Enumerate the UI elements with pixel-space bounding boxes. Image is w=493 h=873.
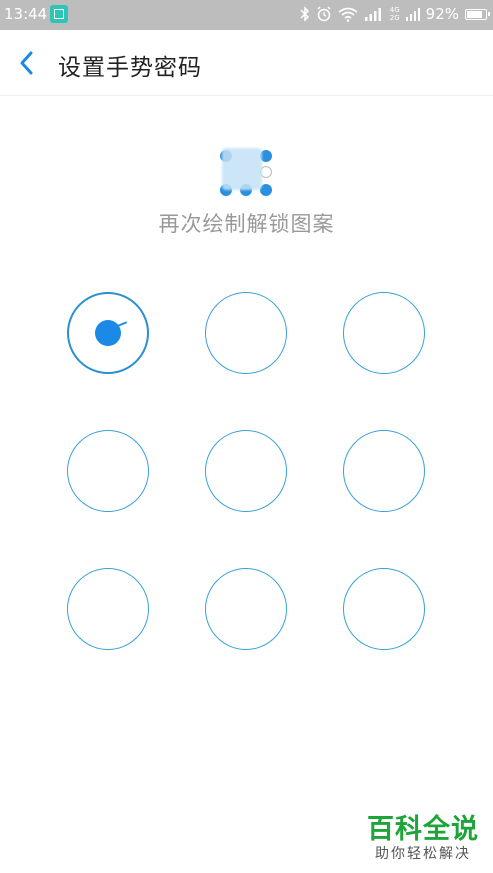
- pattern-node-3-1[interactable]: [67, 568, 149, 650]
- pattern-node-3-2[interactable]: [205, 568, 287, 650]
- signal-icon: [364, 7, 381, 21]
- scan-app-icon: [50, 5, 68, 23]
- pattern-node-2-1[interactable]: [67, 430, 149, 512]
- watermark-title: 百科全说: [367, 814, 479, 845]
- battery-percent: 92%: [425, 5, 459, 23]
- battery-fill: [467, 10, 482, 18]
- page-title: 设置手势密码: [58, 55, 202, 81]
- pattern-node-1-3[interactable]: [343, 292, 425, 374]
- chevron-left-icon[interactable]: [14, 48, 42, 78]
- watermark: 百科全说 助你轻松解决: [367, 815, 479, 863]
- pattern-node-1-1[interactable]: [67, 292, 149, 374]
- preview-blur: [222, 148, 262, 190]
- status-time: 13:44: [4, 5, 48, 23]
- header: 设置手势密码: [0, 30, 493, 96]
- bluetooth-icon: [300, 6, 309, 22]
- wifi-icon: [338, 7, 358, 22]
- watermark-subtitle: 助你轻松解决: [375, 846, 471, 862]
- screen: 13:44 4G 2G 92% 设置手势密码 再次绘制解锁图案 百科全说 助你轻…: [0, 0, 493, 873]
- battery-icon: [465, 8, 490, 20]
- pattern-node-3-3[interactable]: [343, 568, 425, 650]
- pattern-node-2-2[interactable]: [205, 430, 287, 512]
- network-type: 4G 2G: [390, 6, 400, 22]
- pattern-node-1-2[interactable]: [205, 292, 287, 374]
- alarm-icon: [317, 6, 331, 22]
- signal-secondary-icon: [405, 7, 420, 21]
- pattern-node-2-3[interactable]: [343, 430, 425, 512]
- status-icons: 4G 2G 92%: [300, 5, 490, 23]
- network-type-bottom: 2G: [389, 14, 400, 22]
- instruction-text: 再次绘制解锁图案: [158, 212, 335, 236]
- status-bar: 13:44 4G 2G 92%: [0, 0, 493, 30]
- pattern-preview: [216, 148, 276, 198]
- network-type-top: 4G: [389, 6, 400, 14]
